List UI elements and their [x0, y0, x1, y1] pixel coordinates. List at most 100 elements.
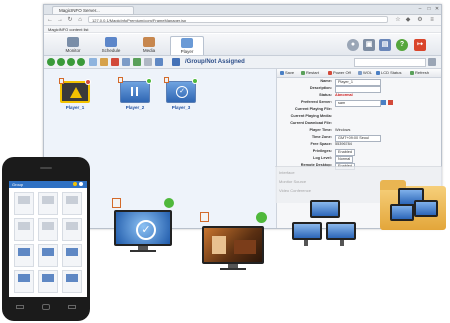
monitor-icon	[390, 204, 414, 221]
sub-item-label: Interface	[279, 170, 295, 175]
phone-tile[interactable]	[62, 218, 82, 241]
list-view-icon[interactable]	[144, 58, 152, 66]
tab-monitor[interactable]: Monitor	[56, 36, 90, 55]
tab-schedule-label: Schedule	[101, 48, 121, 53]
close-icon[interactable]: ✕	[433, 6, 441, 12]
home-icon[interactable]: ⌂	[76, 16, 84, 24]
restart-label: Restart	[306, 70, 319, 75]
phone-tile[interactable]	[38, 192, 58, 215]
player-thumbnail[interactable]: ✓	[164, 77, 198, 103]
power-off-button[interactable]: Power Off	[328, 70, 351, 76]
phone-tile[interactable]	[14, 244, 34, 267]
menu-icon[interactable]: ≡	[428, 16, 436, 24]
phone-tile[interactable]	[14, 218, 34, 241]
sub-item-label: Monitor Source	[279, 179, 307, 184]
save-button[interactable]: Save	[280, 70, 294, 76]
tab-player[interactable]: Player	[170, 36, 204, 55]
tab-media[interactable]: Media	[132, 36, 166, 55]
power-icon	[146, 78, 152, 84]
star-icon[interactable]	[73, 182, 77, 186]
phone-tile[interactable]	[62, 192, 82, 215]
player-thumbnail[interactable]	[59, 78, 91, 103]
document-icon	[118, 77, 123, 83]
user-icon[interactable]: ●	[347, 39, 359, 51]
refresh-label: Refresh	[415, 70, 430, 75]
minimize-icon[interactable]: –	[416, 6, 424, 12]
phone-tile[interactable]	[14, 270, 34, 293]
edit-icon[interactable]	[122, 58, 130, 66]
back-icon[interactable]: ←	[46, 16, 54, 24]
document-icon	[112, 198, 121, 208]
lcd-status-button[interactable]: LCD Status	[376, 70, 401, 76]
media-icon	[143, 37, 155, 47]
content-image	[212, 236, 226, 254]
field-label: Free Space:	[310, 142, 332, 146]
settings-icon[interactable]: ⚙	[416, 16, 424, 24]
field-label: Preferred Server:	[300, 100, 332, 104]
bookmarks-bar[interactable]: MagicINFO content list	[44, 26, 441, 33]
copy-icon[interactable]	[89, 58, 97, 66]
refresh-button[interactable]: Refresh	[410, 70, 429, 76]
search-input[interactable]	[354, 58, 426, 67]
settings-icon[interactable]	[79, 182, 83, 186]
star-icon[interactable]: ☆	[394, 16, 402, 24]
phone-tile[interactable]	[38, 218, 58, 241]
menu-icon[interactable]	[68, 305, 76, 309]
home-icon[interactable]	[42, 304, 50, 310]
server-search-icon[interactable]	[381, 100, 386, 105]
restart-button[interactable]: Restart	[301, 70, 319, 76]
player-item-1[interactable]: Player_1	[58, 78, 92, 110]
power-icon	[192, 78, 198, 84]
field-label: Description:	[309, 86, 332, 90]
power-icon	[256, 212, 267, 223]
back-green-icon[interactable]	[47, 58, 55, 66]
status-value: Abnormal	[335, 93, 353, 97]
field-log-level: Log Level: Normal	[277, 155, 441, 163]
group-icon	[172, 58, 180, 66]
logout-icon[interactable]: ↦	[414, 39, 426, 51]
player-item-2[interactable]: Player_2	[118, 77, 152, 110]
back-icon[interactable]	[16, 305, 24, 309]
thumbnail-view-icon[interactable]	[155, 58, 163, 66]
phone-tile[interactable]	[62, 244, 82, 267]
power-icon	[164, 198, 174, 208]
search-icon[interactable]	[428, 58, 436, 66]
extension-icon[interactable]: ◆	[404, 16, 412, 24]
calendar-icon	[105, 37, 117, 47]
field-label: Current Playing Media:	[290, 114, 332, 118]
field-download-file: Current Download File:	[277, 120, 441, 127]
url-input[interactable]: 127.0.0.1/MagicInfoPremium/com/FrameMana…	[88, 16, 388, 23]
camera-icon[interactable]: ▣	[363, 39, 375, 51]
field-player-time: Player Time: Windows	[277, 127, 441, 134]
refresh-green-icon[interactable]	[77, 58, 85, 66]
phone-tile[interactable]	[14, 192, 34, 215]
folder-illustration	[380, 178, 448, 234]
forward-green-icon[interactable]	[57, 58, 65, 66]
forward-icon[interactable]: →	[56, 16, 64, 24]
player-thumbnail[interactable]	[118, 77, 152, 103]
tile-thumbnail	[18, 222, 30, 230]
help-icon[interactable]: ?	[396, 39, 408, 51]
tab-player-label: Player	[180, 49, 194, 54]
check-icon: ✓	[176, 86, 188, 98]
player-item-3[interactable]: ✓ Player_3	[164, 77, 198, 110]
move-icon[interactable]	[133, 58, 141, 66]
browser-tab[interactable]: MagicINFO Server...	[52, 6, 134, 14]
folder-icon[interactable]	[100, 58, 108, 66]
pause-icon	[131, 87, 133, 96]
server-clear-icon[interactable]	[388, 100, 393, 105]
document-icon	[164, 77, 169, 83]
reload-icon[interactable]: ↻	[66, 16, 74, 24]
phone-tile[interactable]	[38, 244, 58, 267]
group-path: /Group/Not Assigned	[185, 59, 245, 65]
tab-schedule[interactable]: Schedule	[94, 36, 128, 55]
delete-icon[interactable]	[111, 58, 119, 66]
chart-icon[interactable]: ▤	[379, 39, 391, 51]
phone-tile[interactable]	[38, 270, 58, 293]
field-privileges: Privileges: Enabled	[277, 148, 441, 156]
up-green-icon[interactable]	[67, 58, 75, 66]
wol-button[interactable]: WOL	[358, 70, 372, 76]
phone-tile[interactable]	[62, 270, 82, 293]
lcd-status-label: LCD Status	[381, 70, 402, 75]
maximize-icon[interactable]: □	[425, 6, 433, 12]
